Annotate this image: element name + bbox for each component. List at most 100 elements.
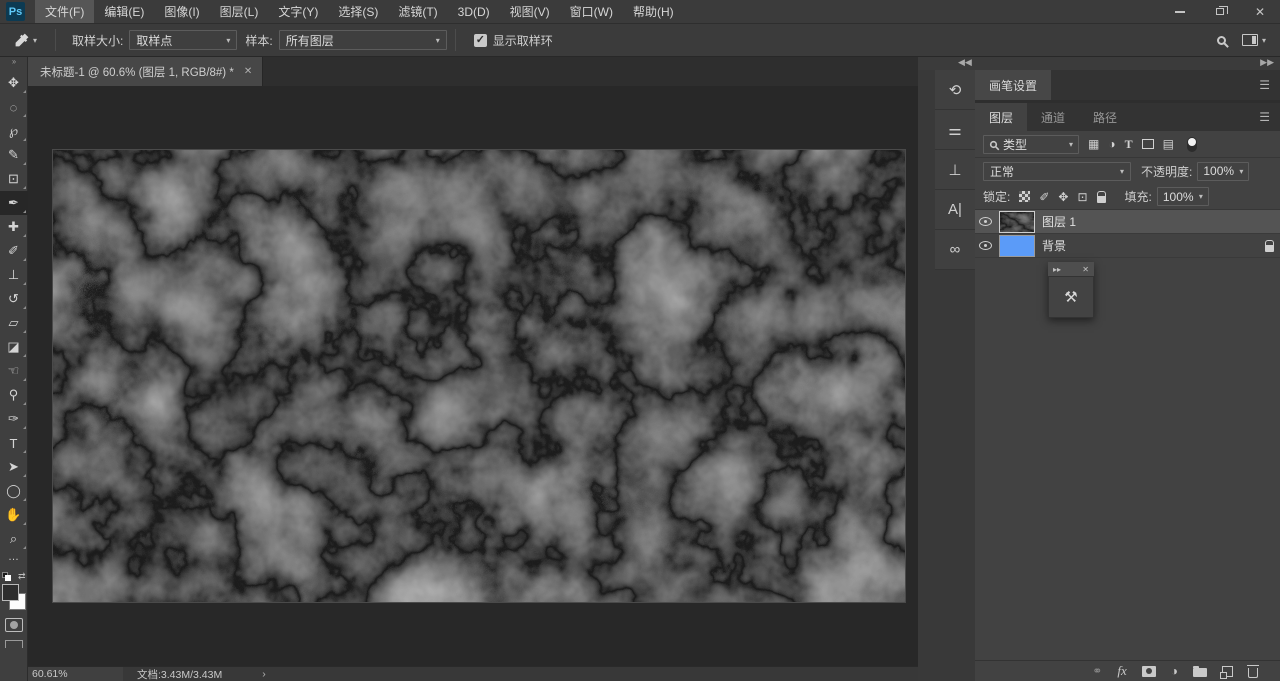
tab-brush-settings[interactable]: 画笔设置 bbox=[975, 70, 1052, 100]
layer-row-layer1[interactable]: 图层 1 bbox=[975, 210, 1280, 234]
ps-logo-icon[interactable]: Ps bbox=[6, 2, 25, 21]
tool-presets-icon[interactable]: ⚒ bbox=[1048, 276, 1094, 318]
panel-tab[interactable]: 路径 bbox=[1079, 103, 1131, 131]
spot-healing-brush-tool[interactable]: ✚ bbox=[0, 215, 28, 239]
visibility-eye-icon[interactable] bbox=[979, 217, 992, 226]
collapse-panels-button[interactable]: ▶▶ bbox=[1260, 57, 1274, 68]
zoom-tool[interactable]: ⌕ bbox=[0, 527, 28, 551]
smudge-tool[interactable]: ☜ bbox=[0, 359, 28, 383]
shape-tool[interactable]: ◯ bbox=[0, 479, 28, 503]
close-panel-icon[interactable]: ✕ bbox=[1082, 265, 1089, 274]
edit-toolbar-button[interactable]: … bbox=[8, 551, 19, 569]
menu-item[interactable]: 帮助(H) bbox=[623, 0, 684, 23]
filter-type-layers-icon[interactable]: T bbox=[1125, 137, 1133, 152]
history-brush-tool[interactable]: ↺ bbox=[0, 287, 28, 311]
restore-button[interactable] bbox=[1200, 0, 1240, 23]
toolbar-collapse-button[interactable]: ›› bbox=[0, 57, 27, 71]
layer-thumbnail[interactable] bbox=[999, 210, 1035, 233]
screen-mode-button[interactable] bbox=[4, 640, 23, 648]
menu-item[interactable]: 图层(L) bbox=[210, 0, 269, 23]
filter-smart-objects-icon[interactable]: ▤ bbox=[1163, 137, 1174, 151]
layer-name[interactable]: 背景 bbox=[1042, 237, 1066, 254]
panel-tab[interactable]: 图层 bbox=[975, 103, 1028, 131]
menu-item[interactable]: 滤镜(T) bbox=[388, 0, 447, 23]
minimize-button[interactable] bbox=[1160, 0, 1200, 23]
eraser-tool[interactable]: ▱ bbox=[0, 311, 28, 335]
brush-tool[interactable]: ✐ bbox=[0, 239, 28, 263]
new-layer-icon[interactable] bbox=[1220, 665, 1233, 679]
filter-toggle-icon[interactable] bbox=[1186, 136, 1197, 152]
menu-item[interactable]: 窗口(W) bbox=[560, 0, 623, 23]
panel-menu-icon[interactable]: ☰ bbox=[1259, 110, 1280, 124]
dodge-tool[interactable]: ⚲ bbox=[0, 383, 28, 407]
filter-adjustment-layers-icon[interactable]: ◑ bbox=[1108, 137, 1115, 151]
link-layers-icon[interactable]: ⚭ bbox=[1092, 664, 1102, 678]
crop-tool[interactable]: ⊡ bbox=[0, 167, 28, 191]
fill-field[interactable]: 100% ▾ bbox=[1156, 187, 1209, 206]
default-colors-icon[interactable] bbox=[1, 572, 11, 581]
hand-tool[interactable]: ✋ bbox=[0, 503, 28, 527]
add-layer-mask-icon[interactable] bbox=[1141, 665, 1156, 677]
new-adjustment-layer-icon[interactable]: ◑ bbox=[1171, 664, 1178, 678]
zoom-level-field[interactable]: 60.61% bbox=[28, 667, 123, 681]
panel-menu-icon[interactable]: ☰ bbox=[1259, 78, 1280, 92]
document-tab[interactable]: 未标题-1 @ 60.6% (图层 1, RGB/8#) * ✕ bbox=[28, 57, 264, 86]
menu-item[interactable]: 选择(S) bbox=[328, 0, 388, 23]
menu-item[interactable]: 文字(Y) bbox=[268, 0, 328, 23]
menu-item[interactable]: 图像(I) bbox=[154, 0, 209, 23]
sample-layers-select[interactable]: 所有图层 ▾ bbox=[278, 30, 447, 50]
show-sampling-ring-checkbox[interactable] bbox=[473, 33, 487, 47]
new-group-icon[interactable] bbox=[1193, 666, 1207, 677]
tab-close-icon[interactable]: ✕ bbox=[244, 66, 252, 77]
layer-style-fx-icon[interactable]: fx bbox=[1117, 663, 1126, 679]
path-selection-tool[interactable]: ➤ bbox=[0, 455, 28, 479]
menu-item[interactable]: 文件(F) bbox=[35, 0, 95, 23]
lock-paint-icon[interactable]: ✐ bbox=[1039, 190, 1049, 204]
status-menu-chevron-icon[interactable]: › bbox=[262, 668, 266, 680]
marquee-tool[interactable]: ◌ bbox=[0, 95, 28, 119]
lock-transparency-icon[interactable] bbox=[1019, 191, 1031, 202]
workspace-switcher[interactable]: ▾ bbox=[1241, 34, 1266, 46]
lock-artboard-icon[interactable]: ⊡ bbox=[1077, 190, 1087, 204]
layer-name[interactable]: 图层 1 bbox=[1042, 213, 1076, 230]
foreground-color-swatch[interactable] bbox=[1, 584, 19, 601]
move-tool[interactable]: ✥ bbox=[0, 71, 28, 95]
type-tool[interactable]: T bbox=[0, 431, 28, 455]
panel-tab[interactable]: 通道 bbox=[1027, 103, 1079, 131]
menu-item[interactable]: 3D(D) bbox=[448, 0, 500, 23]
lock-position-icon[interactable]: ✥ bbox=[1058, 190, 1068, 204]
history-panel-icon[interactable]: ⟲ bbox=[935, 70, 975, 110]
brush-settings-panel-icon[interactable]: ⚌ bbox=[935, 110, 975, 150]
menu-item[interactable]: 视图(V) bbox=[500, 0, 560, 23]
menu-item[interactable]: 编辑(E) bbox=[94, 0, 154, 23]
gradient-tool[interactable]: ◪ bbox=[0, 335, 28, 359]
lasso-tool[interactable]: ℘ bbox=[0, 119, 28, 143]
quick-mask-button[interactable] bbox=[4, 618, 23, 632]
quick-selection-tool[interactable]: ✎ bbox=[0, 143, 28, 167]
background-lock-icon[interactable] bbox=[1265, 239, 1274, 252]
collapse-icon-strip-button[interactable]: ◀◀ bbox=[958, 57, 972, 68]
filter-shape-layers-icon[interactable] bbox=[1141, 139, 1154, 149]
clone-stamp-tool[interactable]: ⊥ bbox=[0, 263, 28, 287]
blend-mode-select[interactable]: 正常 ▾ bbox=[983, 161, 1131, 181]
visibility-eye-icon[interactable] bbox=[979, 241, 992, 250]
pen-tool[interactable]: ✑ bbox=[0, 407, 28, 431]
delete-layer-icon[interactable] bbox=[1247, 664, 1259, 678]
sample-size-select[interactable]: 取样点 ▾ bbox=[129, 30, 238, 50]
clone-source-panel-icon[interactable]: ⊥ bbox=[935, 150, 975, 190]
swap-colors-icon[interactable]: ⇄ bbox=[18, 571, 26, 582]
search-icon[interactable] bbox=[1216, 35, 1226, 45]
filter-type-select[interactable]: 类型 ▾ bbox=[983, 134, 1079, 154]
canvas[interactable] bbox=[53, 150, 905, 602]
character-panel-icon[interactable]: A| bbox=[935, 190, 975, 230]
layer-row-background[interactable]: 背景 bbox=[975, 234, 1280, 258]
layer-thumbnail[interactable] bbox=[999, 234, 1035, 257]
opacity-field[interactable]: 100% ▾ bbox=[1197, 161, 1250, 181]
close-button[interactable]: ✕ bbox=[1240, 0, 1280, 23]
lock-all-icon[interactable] bbox=[1096, 190, 1106, 203]
tool-preset-picker[interactable]: ▾ bbox=[0, 32, 47, 48]
filter-pixel-layers-icon[interactable]: ▦ bbox=[1088, 137, 1099, 151]
eyedropper-tool[interactable]: ✒ bbox=[0, 191, 28, 215]
collapse-panel-icon[interactable]: ▸▸ bbox=[1053, 265, 1061, 274]
cc-libraries-panel-icon[interactable]: ∞ bbox=[935, 230, 975, 270]
